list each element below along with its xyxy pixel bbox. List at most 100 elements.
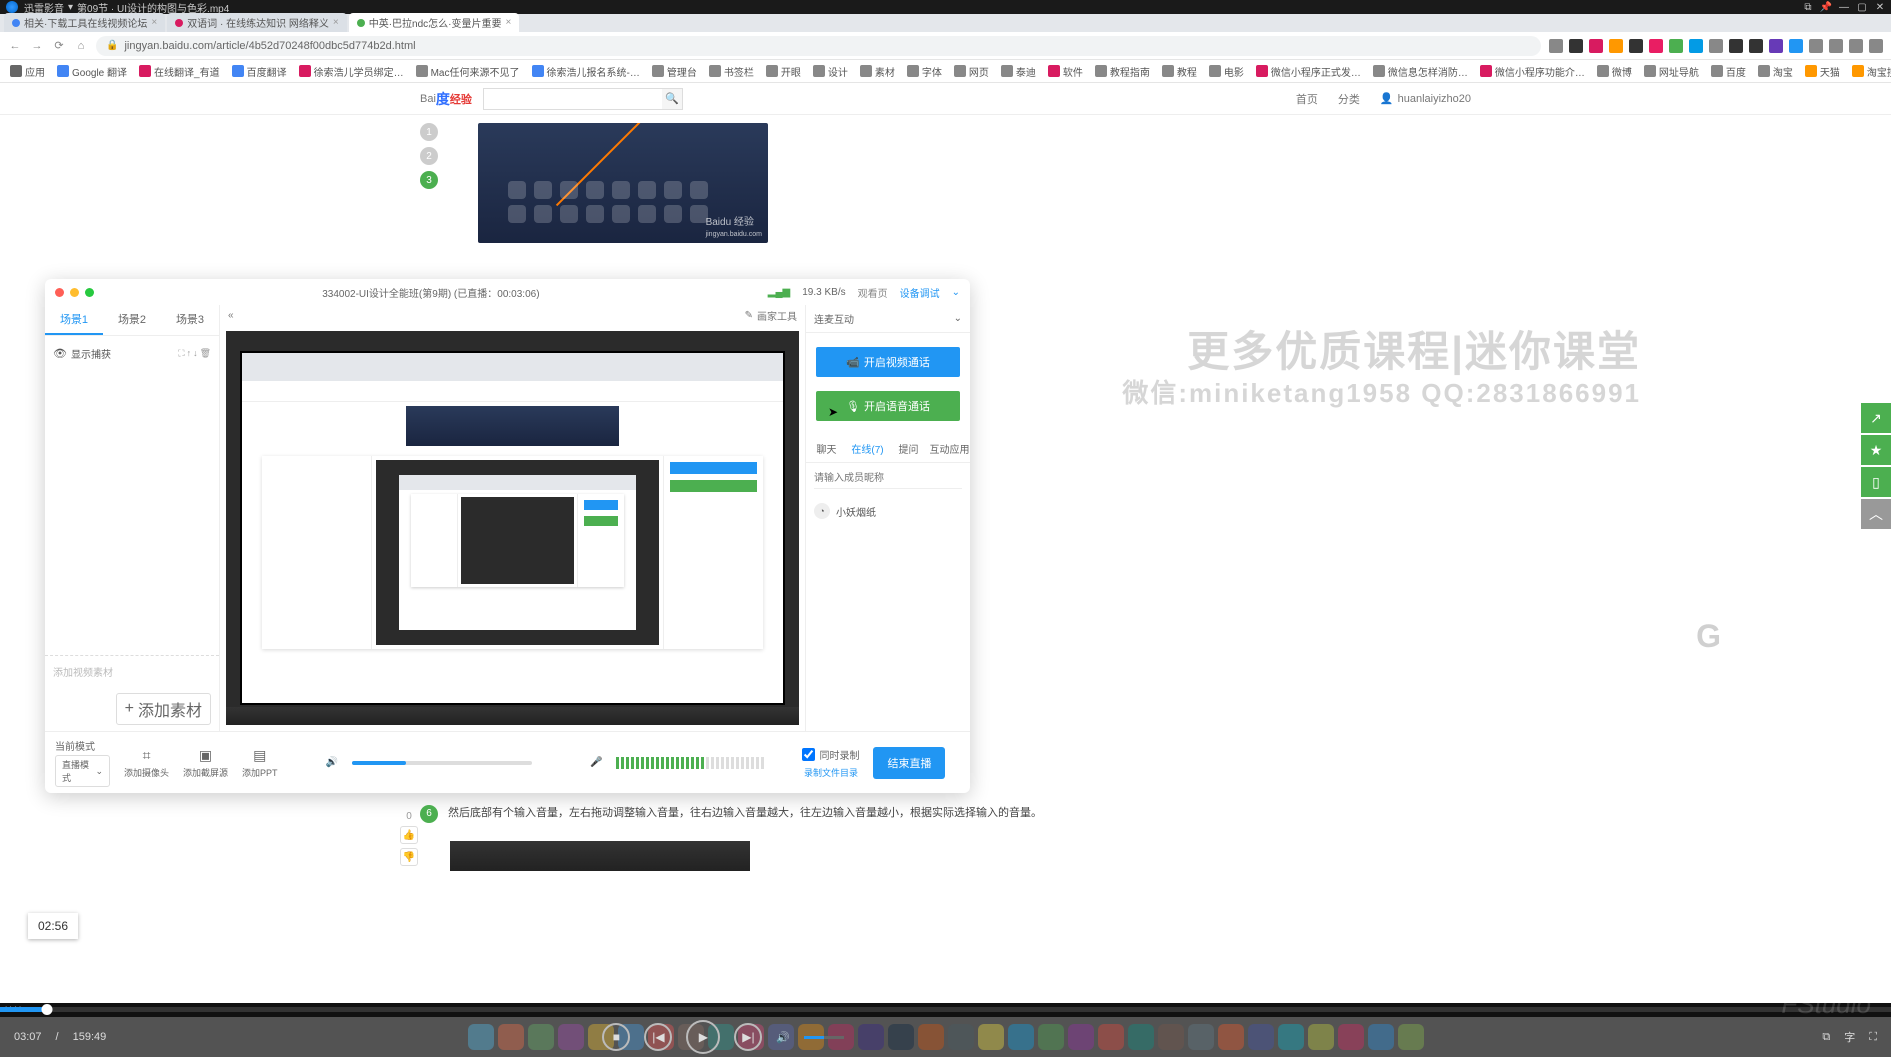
bookmark-item[interactable]: 天猫: [1805, 64, 1840, 79]
rail-top-button[interactable]: ︿: [1861, 499, 1891, 529]
collapse-sidebar-icon[interactable]: «: [228, 310, 234, 321]
extension-icon[interactable]: [1589, 39, 1603, 53]
start-video-call-button[interactable]: 📹开启视频通话: [816, 347, 960, 377]
vote-up-button[interactable]: 👍: [400, 826, 418, 844]
next-button[interactable]: ▶|: [734, 1023, 762, 1051]
extension-icon[interactable]: [1549, 39, 1563, 53]
chevron-down-icon[interactable]: ⌄: [952, 287, 960, 298]
extension-icon[interactable]: [1789, 39, 1803, 53]
nav-back-icon[interactable]: ←: [8, 39, 22, 53]
jingyan-nav-item[interactable]: 分类: [1338, 91, 1360, 107]
device-test-link[interactable]: 设备调试: [900, 285, 940, 300]
extension-icon[interactable]: [1769, 39, 1783, 53]
inter-tab-chat[interactable]: 聊天: [806, 435, 847, 462]
player-pin-icon[interactable]: 📌: [1821, 2, 1831, 12]
bookmark-item[interactable]: 微博: [1597, 64, 1632, 79]
player-caret-icon[interactable]: ▾: [68, 2, 73, 13]
jingyan-search-button[interactable]: 🔍: [662, 89, 682, 109]
play-button[interactable]: ▶: [686, 1020, 720, 1054]
browser-tab[interactable]: 双语词 · 在线练达知识 网络释义×: [167, 13, 347, 32]
scene-source-item[interactable]: 👁 显示捕获 ⛶ ↑ ↓ 🗑: [53, 342, 211, 365]
bookmark-item[interactable]: Mac任何来源不见了: [416, 64, 520, 79]
player-compact-icon[interactable]: ⧉: [1803, 2, 1813, 12]
bookmark-item[interactable]: 电影: [1209, 64, 1244, 79]
visibility-icon[interactable]: 👁: [53, 347, 67, 360]
browser-tab-active[interactable]: 中英·巴拉ndc怎么·变量片重要×: [349, 13, 520, 32]
close-icon[interactable]: [55, 288, 64, 297]
bookmark-item[interactable]: 微信息怎样消防…: [1373, 64, 1468, 79]
delete-icon[interactable]: 🗑: [200, 348, 211, 359]
pip-icon[interactable]: ⧉: [1822, 1031, 1830, 1044]
extension-icon[interactable]: [1669, 39, 1683, 53]
extension-icon[interactable]: [1829, 39, 1843, 53]
member-item[interactable]: ◔ 小妖烟纸: [814, 503, 962, 519]
extension-icon[interactable]: [1749, 39, 1763, 53]
record-dir-link[interactable]: 录制文件目录: [804, 766, 858, 779]
preview-canvas[interactable]: [226, 331, 799, 725]
bookmark-item[interactable]: 字体: [907, 64, 942, 79]
rail-fav-button[interactable]: ★: [1861, 435, 1891, 465]
bookmark-item[interactable]: 徐索浩儿学员绑定…: [299, 64, 404, 79]
move-down-icon[interactable]: ↓: [193, 348, 198, 359]
bookmark-item[interactable]: 素材: [860, 64, 895, 79]
player-close-icon[interactable]: ✕: [1875, 2, 1885, 12]
bookmark-item[interactable]: 淘宝: [1758, 64, 1793, 79]
stop-button[interactable]: ■: [602, 1023, 630, 1051]
start-audio-call-button[interactable]: 🎙开启语音通话: [816, 391, 960, 421]
vote-down-button[interactable]: 👎: [400, 848, 418, 866]
speaker-icon[interactable]: 🔊: [326, 757, 338, 768]
bookmark-item[interactable]: 管理台: [652, 64, 697, 79]
bookmark-item[interactable]: 开眼: [766, 64, 801, 79]
extension-icon[interactable]: [1629, 39, 1643, 53]
watch-link[interactable]: 观看页: [858, 285, 888, 300]
rail-share-button[interactable]: ↗: [1861, 403, 1891, 433]
output-volume-slider[interactable]: [352, 761, 532, 765]
inter-tab-online[interactable]: 在线(7): [847, 435, 888, 462]
minimize-icon[interactable]: [70, 288, 79, 297]
tab-close-icon[interactable]: ×: [333, 17, 339, 28]
tab-close-icon[interactable]: ×: [151, 17, 157, 28]
bookmark-item[interactable]: 淘宝搜索: [1852, 64, 1891, 79]
bookmark-item[interactable]: 书签栏: [709, 64, 754, 79]
nav-forward-icon[interactable]: →: [30, 39, 44, 53]
record-checkbox-input[interactable]: [802, 748, 815, 761]
add-screenshot-button[interactable]: ▣添加截屏源: [183, 747, 228, 779]
tab-close-icon[interactable]: ×: [506, 17, 512, 28]
bookmark-item[interactable]: 网址导航: [1644, 64, 1699, 79]
extension-icon[interactable]: [1809, 39, 1823, 53]
move-up-icon[interactable]: ↑: [187, 348, 192, 359]
record-checkbox[interactable]: 同时录制: [802, 747, 859, 762]
bookmark-item[interactable]: 应用: [10, 64, 45, 79]
bookmark-item[interactable]: Google 翻译: [57, 64, 127, 79]
bookmark-item[interactable]: 在线翻译_有道: [139, 64, 220, 79]
volume-icon[interactable]: 🔊: [776, 1031, 790, 1044]
bookmark-item[interactable]: 教程指南: [1095, 64, 1150, 79]
bookmark-item[interactable]: 泰迪: [1001, 64, 1036, 79]
scene-tab[interactable]: 场景2: [103, 305, 161, 335]
add-camera-button[interactable]: ⌗添加摄像头: [124, 747, 169, 779]
subtitle-icon[interactable]: 字: [1844, 1029, 1855, 1045]
scene-tab[interactable]: 场景1: [45, 305, 103, 335]
jingyan-user[interactable]: 👤 huanlaiyizho20: [1380, 92, 1471, 105]
fullscreen-icon[interactable]: ⛶: [1869, 1031, 1877, 1044]
add-material-button[interactable]: +添加素材: [116, 693, 211, 725]
add-ppt-button[interactable]: ▤添加PPT: [242, 747, 278, 779]
painter-label[interactable]: 画家工具: [757, 308, 797, 323]
extension-icon[interactable]: [1649, 39, 1663, 53]
extension-icon[interactable]: [1849, 39, 1863, 53]
volume-slider[interactable]: [804, 1036, 844, 1039]
bookmark-item[interactable]: 徐索浩儿报名系统-…: [532, 64, 640, 79]
url-bar[interactable]: 🔒 jingyan.baidu.com/article/4b52d70248f0…: [96, 36, 1541, 56]
rail-phone-button[interactable]: ▯: [1861, 467, 1891, 497]
interaction-header[interactable]: 连麦互动 ⌄: [806, 305, 970, 333]
scene-tab[interactable]: 场景3: [161, 305, 219, 335]
player-maximize-icon[interactable]: ▢: [1857, 2, 1867, 12]
bookmark-item[interactable]: 百度: [1711, 64, 1746, 79]
nav-reload-icon[interactable]: ⟳: [52, 39, 66, 53]
extension-icon[interactable]: [1869, 39, 1883, 53]
player-minimize-icon[interactable]: —: [1839, 2, 1849, 12]
seek-thumb[interactable]: [42, 1004, 53, 1015]
bookmark-item[interactable]: 软件: [1048, 64, 1083, 79]
extension-icon[interactable]: [1709, 39, 1723, 53]
jingyan-search-input[interactable]: [484, 89, 662, 109]
